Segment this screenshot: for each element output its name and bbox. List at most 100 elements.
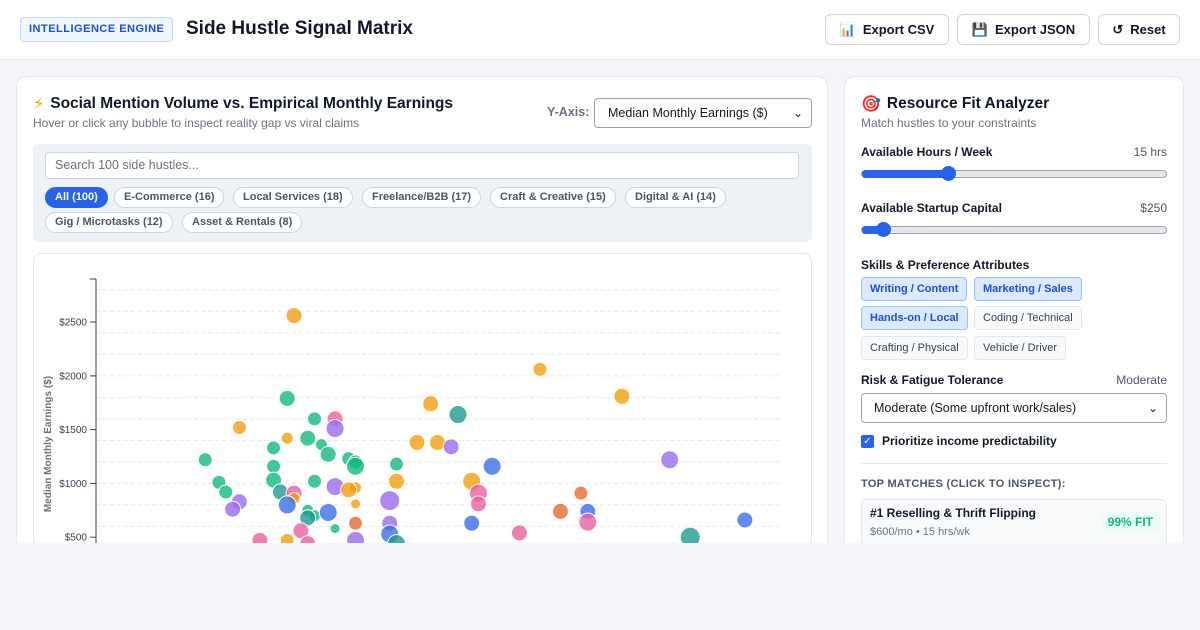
reset-label: Reset xyxy=(1130,22,1166,37)
data-point xyxy=(573,485,589,501)
data-point xyxy=(379,490,401,512)
data-point xyxy=(448,405,468,425)
data-point xyxy=(280,431,294,445)
export-json-button[interactable]: 💾 Export JSON xyxy=(957,14,1090,45)
capital-slider-thumb[interactable] xyxy=(876,222,892,237)
data-point xyxy=(325,419,345,439)
filter-box: Search 100 side hustles... All (100) E-C… xyxy=(33,144,812,242)
data-point xyxy=(307,473,323,489)
data-point xyxy=(231,419,247,435)
export-json-label: Export JSON xyxy=(995,22,1076,37)
lightning-icon: ⚡ xyxy=(33,96,45,113)
predictability-row[interactable]: ✓ Prioritize income predictability xyxy=(861,434,1057,448)
chevron-down-icon: ⌄ xyxy=(1147,401,1158,415)
data-point xyxy=(422,395,440,413)
data-point xyxy=(469,495,487,513)
data-point xyxy=(197,452,213,468)
filter-chip-all[interactable]: All (100) xyxy=(45,187,108,208)
capital-slider[interactable] xyxy=(861,222,1167,237)
data-point xyxy=(285,307,303,325)
divider xyxy=(861,463,1167,464)
filter-chip-freelance[interactable]: Freelance/B2B (17) xyxy=(362,187,482,208)
skill-coding-technical[interactable]: Coding / Technical xyxy=(974,306,1082,330)
resource-panel-subtitle: Match hustles to your constraints xyxy=(861,116,1037,130)
predictability-checkbox[interactable]: ✓ xyxy=(861,434,874,448)
data-point xyxy=(442,438,460,456)
risk-select[interactable]: Moderate (Some upfront work/sales) ⌄ xyxy=(861,393,1167,423)
export-csv-label: Export CSV xyxy=(862,22,935,37)
skill-writing-content[interactable]: Writing / Content xyxy=(861,277,968,301)
data-point xyxy=(389,456,405,472)
data-point xyxy=(278,389,296,407)
match-fit-badge: 99% FIT xyxy=(1101,512,1159,532)
data-point xyxy=(329,523,341,535)
filter-chip-local-services[interactable]: Local Services (18) xyxy=(233,187,353,208)
hours-label: Available Hours / Week xyxy=(861,145,993,159)
chevron-down-icon: ⌄ xyxy=(792,106,803,120)
target-icon: 🎯 xyxy=(861,96,881,113)
skill-hands-on-local[interactable]: Hands-on / Local xyxy=(861,306,968,330)
chart-panel-title-text: Social Mention Volume vs. Empirical Mont… xyxy=(50,95,454,112)
data-point xyxy=(388,472,406,490)
skill-marketing-sales[interactable]: Marketing / Sales xyxy=(974,277,1082,301)
hours-value: 15 hrs xyxy=(1133,145,1167,159)
chart-panel-title: ⚡ Social Mention Volume vs. Empirical Mo… xyxy=(33,94,453,114)
y-tick-label: $1500 xyxy=(59,425,87,436)
y-tick-label: $1000 xyxy=(59,479,87,490)
reset-icon: ↺ xyxy=(1112,21,1124,37)
skill-crafting-physical[interactable]: Crafting / Physical xyxy=(861,336,968,360)
data-point xyxy=(482,456,502,476)
y-tick-label: $2000 xyxy=(59,371,87,382)
skill-vehicle-driver[interactable]: Vehicle / Driver xyxy=(974,336,1066,360)
risk-selected-value: Moderate (Some upfront work/sales) xyxy=(874,401,1077,415)
data-point xyxy=(660,450,680,470)
data-point xyxy=(218,484,234,500)
data-point xyxy=(266,458,282,474)
export-csv-button[interactable]: 📊 Export CSV xyxy=(825,14,949,45)
filter-chip-ecommerce[interactable]: E-Commerce (16) xyxy=(114,187,225,208)
data-point xyxy=(266,440,282,456)
data-point xyxy=(551,502,569,520)
page-title: Side Hustle Signal Matrix xyxy=(186,18,413,39)
data-point xyxy=(348,515,364,531)
match-title: #1 Reselling & Thrift Flipping xyxy=(870,506,1037,520)
resource-panel-title-text: Resource Fit Analyzer xyxy=(886,95,1050,112)
risk-label: Risk & Fatigue Tolerance xyxy=(861,373,1004,387)
data-point xyxy=(408,434,426,452)
search-input[interactable]: Search 100 side hustles... xyxy=(45,152,799,179)
y-axis-selected-value: Median Monthly Earnings ($) xyxy=(608,106,768,120)
reset-button[interactable]: ↺ Reset xyxy=(1098,14,1180,45)
hours-slider-thumb[interactable] xyxy=(940,166,956,181)
capital-label: Available Startup Capital xyxy=(861,201,1002,215)
bar-chart-icon: 📊 xyxy=(839,21,856,37)
data-point xyxy=(613,387,631,405)
data-point xyxy=(318,502,338,522)
data-point xyxy=(307,411,323,427)
data-point xyxy=(463,514,481,532)
predictability-label: Prioritize income predictability xyxy=(882,434,1057,448)
filter-chip-asset[interactable]: Asset & Rentals (8) xyxy=(182,212,303,233)
filter-chip-craft[interactable]: Craft & Creative (15) xyxy=(490,187,616,208)
data-point xyxy=(319,445,337,463)
data-point xyxy=(299,429,317,447)
match-meta: $600/mo • 15 hrs/wk xyxy=(870,526,970,538)
y-axis-label: Y-Axis: xyxy=(547,105,590,119)
resource-panel-title: 🎯 Resource Fit Analyzer xyxy=(861,94,1049,114)
y-axis-select[interactable]: Median Monthly Earnings ($) ⌄ xyxy=(594,98,812,128)
capital-value: $250 xyxy=(1140,201,1167,215)
hours-slider[interactable] xyxy=(861,166,1167,181)
engine-badge: INTELLIGENCE ENGINE xyxy=(20,17,174,42)
chart-panel-subtitle: Hover or click any bubble to inspect rea… xyxy=(33,116,360,130)
data-point xyxy=(277,495,297,515)
data-point xyxy=(340,481,358,499)
hours-slider-fill xyxy=(862,170,948,178)
y-tick-label: $2500 xyxy=(59,318,87,329)
floppy-disk-icon: 💾 xyxy=(971,21,988,37)
filter-chip-gig[interactable]: Gig / Microtasks (12) xyxy=(45,212,173,233)
app-header: INTELLIGENCE ENGINE Side Hustle Signal M… xyxy=(0,0,1200,60)
data-point xyxy=(346,456,366,476)
page-background xyxy=(0,543,1200,630)
filter-chip-digital[interactable]: Digital & AI (14) xyxy=(625,187,726,208)
risk-value: Moderate xyxy=(1116,373,1167,387)
data-point xyxy=(350,498,362,510)
